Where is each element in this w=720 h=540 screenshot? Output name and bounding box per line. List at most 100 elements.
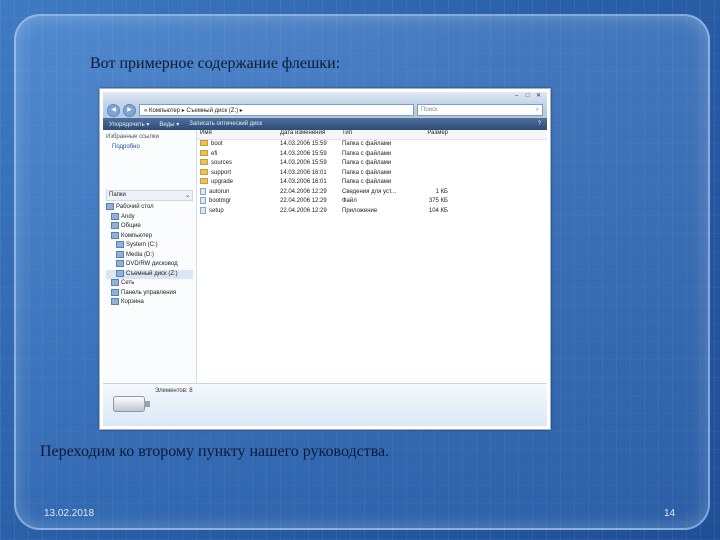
slide-caption: Переходим ко второму пункту нашего руков… [40,443,390,460]
column-date[interactable]: Дата изменения [280,130,342,139]
settings-file-icon [200,187,206,195]
file-size: 104 КБ [428,207,448,214]
slide-page-number: 14 [664,508,676,519]
file-row[interactable]: setup 22.04.2006 12:29 Приложение 104 КБ [197,206,547,217]
help-icon[interactable]: ? [538,121,541,127]
folder-icon [200,159,208,166]
folders-header[interactable]: Папки ⌄ [106,190,193,201]
tree-item[interactable]: Панель управления [106,288,193,299]
file-name: bootmgr [209,198,232,205]
file-type: Папка с файлами [342,160,392,166]
tree-item-label: Media (D:) [126,251,155,258]
folder-icon [200,149,208,156]
explorer-screenshot: – □ ✕ ◀ ▶ « Компьютер ▸ Съемный диск (Z:… [99,88,551,430]
hard-drive-icon [116,250,124,258]
file-name: efi [211,150,218,157]
tree-item[interactable]: Сеть [106,279,193,289]
file-type: Приложение [342,207,378,214]
file-date: 14.03.2006 15:59 [280,141,327,147]
file-row[interactable]: autorun 22.04.2006 12:29 Сведения для уст.… [197,187,547,198]
search-placeholder: Поиск [421,107,438,113]
tree-item[interactable]: Общие [106,222,193,232]
close-icon[interactable]: ✕ [534,93,543,100]
file-date: 14.03.2006 16:01 [280,179,327,185]
file-size [408,169,448,179]
user-folder-icon [111,212,119,220]
search-input[interactable]: Поиск ⌕ [417,104,543,116]
folder-icon [200,168,208,175]
search-icon: ⌕ [535,106,539,113]
favorites-header: Избранные ссылки [106,134,159,140]
file-size [408,178,448,188]
network-icon [111,279,119,286]
file-row[interactable]: support 14.03.2006 16:01 Папка с файлами [197,168,547,179]
address-text: « Компьютер ▸ Съемный диск (Z:) ▸ [144,107,243,114]
views-button[interactable]: Виды ▾ [159,121,179,128]
application-icon [200,206,206,214]
forward-arrow-icon[interactable]: ▶ [123,103,136,117]
file-row[interactable]: sources 14.03.2006 15:59 Папка с файлами [197,159,547,169]
desktop-icon [106,203,114,210]
file-name: upgrade [211,179,234,185]
file-type: Файл [342,198,357,204]
organize-button[interactable]: Упорядочить ▾ [109,121,149,128]
file-row[interactable]: boot 14.03.2006 15:59 Папка с файлами [197,140,547,150]
tree-item[interactable]: Andy [106,212,193,223]
recycle-bin-icon [111,298,119,305]
file-icon [200,197,206,204]
column-name[interactable]: Имя [197,130,280,139]
tree-item[interactable]: Корзина [106,298,193,308]
address-row: ◀ ▶ « Компьютер ▸ Съемный диск (Z:) ▸ По… [103,102,547,118]
file-type: Папка с файлами [342,169,392,176]
tree-item[interactable]: DVD/RW дисковод [106,260,193,270]
tree-item[interactable]: Компьютер [106,231,193,242]
file-date: 22.04.2006 12:29 [280,188,327,195]
file-row[interactable]: bootmgr 22.04.2006 12:29 Файл 375 КБ [197,197,547,207]
tree-item-label: Общие [121,223,141,230]
tree-item-label: DVD/RW дисковод [126,261,178,268]
file-size: 375 КБ [428,198,448,204]
file-size [408,150,448,160]
file-row[interactable]: efi 14.03.2006 15:59 Папка с файлами [197,149,547,160]
computer-icon [111,231,119,239]
tree-item-label: Сеть [121,280,135,287]
hard-drive-icon [116,241,124,248]
file-name: support [211,169,232,176]
address-bar[interactable]: « Компьютер ▸ Съемный диск (Z:) ▸ [139,104,414,116]
tree-item-label: Компьютер [121,232,153,239]
title-bar: – □ ✕ [103,92,547,102]
column-size[interactable]: Размер [408,130,448,139]
back-arrow-icon[interactable]: ◀ [107,103,120,117]
usb-drive-icon [116,269,124,277]
file-name: autorun [209,188,230,195]
burn-disc-button[interactable]: Записать оптический диск [189,121,262,127]
tree-item[interactable]: System (C:) [106,241,193,251]
file-name: boot [211,141,223,147]
file-name: setup [209,207,224,214]
favorites-more-link[interactable]: Подробно [112,144,193,150]
tree-item[interactable]: Съемный диск (Z:) [106,269,193,279]
item-count: Элементов: 8 [155,388,193,394]
file-date: 14.03.2006 15:59 [280,150,327,157]
tree-item-label: Панель управления [121,289,177,296]
file-date: 14.03.2006 16:01 [280,169,327,176]
chevron-down-icon: ⌄ [184,193,190,199]
file-row[interactable]: upgrade 14.03.2006 16:01 Папка с файлами [197,178,547,188]
tree-item[interactable]: Media (D:) [106,250,193,261]
tree-item-label: Andy [121,213,135,220]
file-name: sources [211,160,233,166]
minimize-icon[interactable]: – [512,93,521,100]
file-date: 22.04.2006 12:29 [280,207,327,214]
usb-drive-icon [113,396,150,412]
column-type[interactable]: Тип [342,130,408,139]
folder-icon [200,178,208,185]
file-size [408,159,448,169]
file-size [408,140,448,150]
shared-folder-icon [111,222,119,229]
file-date: 22.04.2006 12:29 [280,198,327,204]
tree-item-label: Рабочий стол [116,204,154,211]
tree-item-label: System (C:) [126,242,158,249]
tree-item[interactable]: Рабочий стол [106,203,193,213]
maximize-icon[interactable]: □ [523,93,532,100]
explorer-window: – □ ✕ ◀ ▶ « Компьютер ▸ Съемный диск (Z:… [103,92,547,426]
